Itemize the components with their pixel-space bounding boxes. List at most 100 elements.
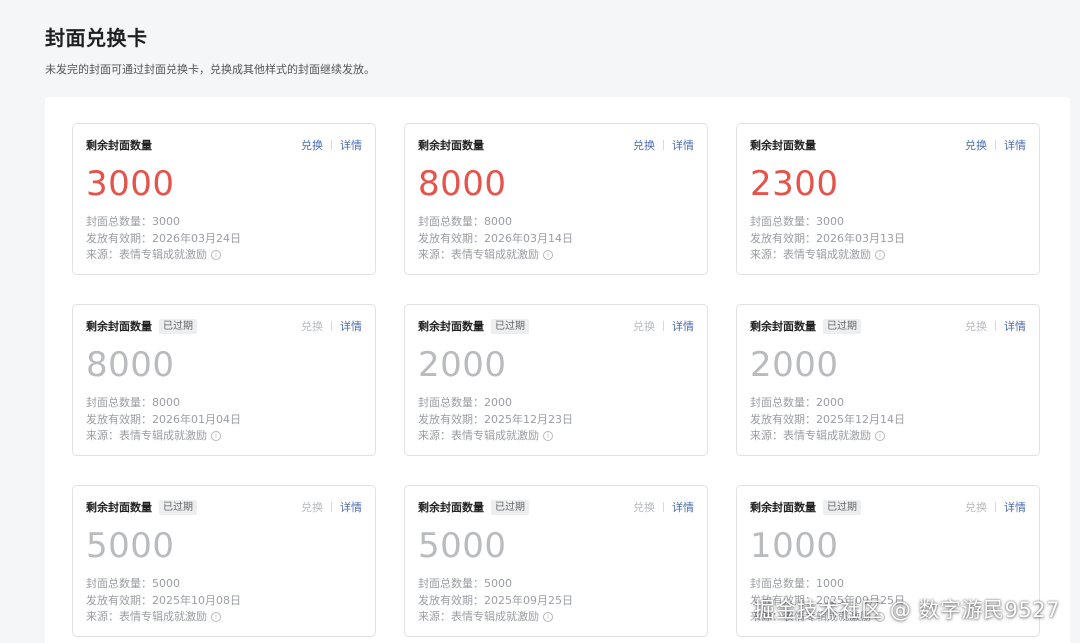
card-header: 剩余封面数量 已过期 兑换 详情: [750, 317, 1026, 335]
total-count-line: 封面总数量：2000: [750, 396, 844, 410]
validity-label: 发放有效期：: [418, 232, 484, 245]
validity-date: 2026年03月24日: [152, 232, 241, 245]
validity-line: 发放有效期：2026年03月14日: [418, 232, 573, 246]
card-grid-panel: 剩余封面数量 兑换 详情 3000 封面总数量：3000 发放有效期：2026年03月24…: [45, 97, 1070, 643]
validity-line: 发放有效期：2025年10月08日: [86, 594, 241, 608]
info-icon[interactable]: i: [211, 612, 221, 622]
card-actions: 兑换 详情: [633, 137, 694, 153]
card-actions: 兑换 详情: [965, 137, 1026, 153]
source-label: 来源：: [418, 248, 451, 261]
action-divider: [995, 502, 996, 512]
remaining-label: 剩余封面数量: [418, 139, 484, 152]
detail-link[interactable]: 详情: [672, 137, 694, 153]
validity-date: 2026年03月13日: [816, 232, 905, 245]
info-icon[interactable]: i: [543, 431, 553, 441]
remaining-label: 剩余封面数量: [86, 320, 152, 333]
redeem-link: 兑换: [301, 320, 323, 333]
source-value: 表情专辑成就激励: [451, 610, 539, 623]
redeem-link[interactable]: 兑换: [965, 137, 987, 153]
total-count-value: 3000: [152, 215, 180, 228]
validity-label: 发放有效期：: [418, 413, 484, 426]
detail-link[interactable]: 详情: [1004, 137, 1026, 153]
source-line: 来源： 表情专辑成就激励 i: [418, 248, 553, 262]
redeem-link[interactable]: 兑换: [301, 137, 323, 153]
detail-link[interactable]: 详情: [1004, 318, 1026, 334]
validity-line: 发放有效期：2025年12月23日: [418, 413, 573, 427]
card-header: 剩余封面数量 已过期 兑换 详情: [750, 498, 1026, 516]
cover-card: 剩余封面数量 兑换 详情 3000 封面总数量：3000 发放有效期：2026年03月24…: [72, 123, 376, 275]
detail-link[interactable]: 详情: [340, 499, 362, 515]
action-divider: [995, 321, 996, 331]
source-value: 表情专辑成就激励: [451, 248, 539, 261]
remaining-count: 3000: [86, 164, 175, 204]
detail-link[interactable]: 详情: [340, 318, 362, 334]
source-line: 来源： 表情专辑成就激励 i: [418, 610, 553, 624]
remaining-count: 2300: [750, 164, 839, 204]
total-count-line: 封面总数量：1000: [750, 577, 844, 591]
validity-date: 2025年09月25日: [484, 594, 573, 607]
source-label: 来源：: [750, 429, 783, 442]
card-actions: 兑换 详情: [633, 499, 694, 515]
detail-link[interactable]: 详情: [1004, 499, 1026, 515]
info-icon[interactable]: i: [875, 431, 885, 441]
remaining-label: 剩余封面数量: [418, 501, 484, 514]
validity-line: 发放有效期：2026年03月13日: [750, 232, 905, 246]
card-header: 剩余封面数量 已过期 兑换 详情: [86, 498, 362, 516]
remaining-label: 剩余封面数量: [750, 320, 816, 333]
info-icon[interactable]: i: [543, 250, 553, 260]
source-value: 表情专辑成就激励: [119, 429, 207, 442]
cover-card: 剩余封面数量 兑换 详情 8000 封面总数量：8000 发放有效期：2026年03月14…: [404, 123, 708, 275]
validity-line: 发放有效期：2025年12月14日: [750, 413, 905, 427]
card-actions: 兑换 详情: [965, 318, 1026, 334]
remaining-label: 剩余封面数量: [750, 501, 816, 514]
cover-card: 剩余封面数量 兑换 详情 2300 封面总数量：3000 发放有效期：2026年03月13…: [736, 123, 1040, 275]
action-divider: [995, 140, 996, 150]
page-description: 未发完的封面可通过封面兑换卡，兑换成其他样式的封面继续发放。: [45, 63, 375, 76]
info-icon[interactable]: i: [211, 431, 221, 441]
validity-date: 2025年12月14日: [816, 413, 905, 426]
validity-label: 发放有效期：: [86, 232, 152, 245]
detail-link[interactable]: 详情: [672, 499, 694, 515]
action-divider: [663, 140, 664, 150]
source-label: 来源：: [86, 429, 119, 442]
card-header: 剩余封面数量 已过期 兑换 详情: [86, 317, 362, 335]
action-divider: [663, 502, 664, 512]
total-count-value: 2000: [484, 396, 512, 409]
total-count-label: 封面总数量：: [750, 215, 816, 228]
card-actions: 兑换 详情: [633, 318, 694, 334]
remaining-label: 剩余封面数量: [86, 139, 152, 152]
source-line: 来源： 表情专辑成就激励 i: [86, 429, 221, 443]
total-count-value: 5000: [484, 577, 512, 590]
source-label: 来源：: [418, 610, 451, 623]
redeem-link: 兑换: [633, 320, 655, 333]
source-line: 来源： 表情专辑成就激励 i: [86, 610, 221, 624]
validity-label: 发放有效期：: [86, 413, 152, 426]
validity-line: 发放有效期：2026年03月24日: [86, 232, 241, 246]
redeem-link[interactable]: 兑换: [633, 137, 655, 153]
redeem-link: 兑换: [965, 320, 987, 333]
total-count-line: 封面总数量：8000: [418, 215, 512, 229]
detail-link[interactable]: 详情: [672, 318, 694, 334]
total-count-label: 封面总数量：: [418, 215, 484, 228]
card-header: 剩余封面数量 兑换 详情: [750, 136, 1026, 154]
info-icon[interactable]: i: [543, 612, 553, 622]
cover-card: 剩余封面数量 已过期 兑换 详情 5000 封面总数量：5000 发放有效期：2025年10…: [72, 485, 376, 637]
total-count-label: 封面总数量：: [750, 396, 816, 409]
expired-badge: 已过期: [823, 318, 861, 334]
info-icon[interactable]: i: [875, 250, 885, 260]
remaining-count: 1000: [750, 526, 839, 566]
expired-badge: 已过期: [159, 318, 197, 334]
cover-card: 剩余封面数量 已过期 兑换 详情 5000 封面总数量：5000 发放有效期：2025年09…: [404, 485, 708, 637]
card-actions: 兑换 详情: [965, 499, 1026, 515]
expired-badge: 已过期: [491, 318, 529, 334]
remaining-label: 剩余封面数量: [750, 139, 816, 152]
info-icon[interactable]: i: [211, 250, 221, 260]
detail-link[interactable]: 详情: [340, 137, 362, 153]
remaining-count: 2000: [418, 345, 507, 385]
source-line: 来源： 表情专辑成就激励 i: [750, 429, 885, 443]
action-divider: [331, 140, 332, 150]
action-divider: [331, 502, 332, 512]
source-label: 来源：: [86, 248, 119, 261]
cover-card: 剩余封面数量 已过期 兑换 详情 2000 封面总数量：2000 发放有效期：2025年12…: [736, 304, 1040, 456]
card-header: 剩余封面数量 兑换 详情: [418, 136, 694, 154]
